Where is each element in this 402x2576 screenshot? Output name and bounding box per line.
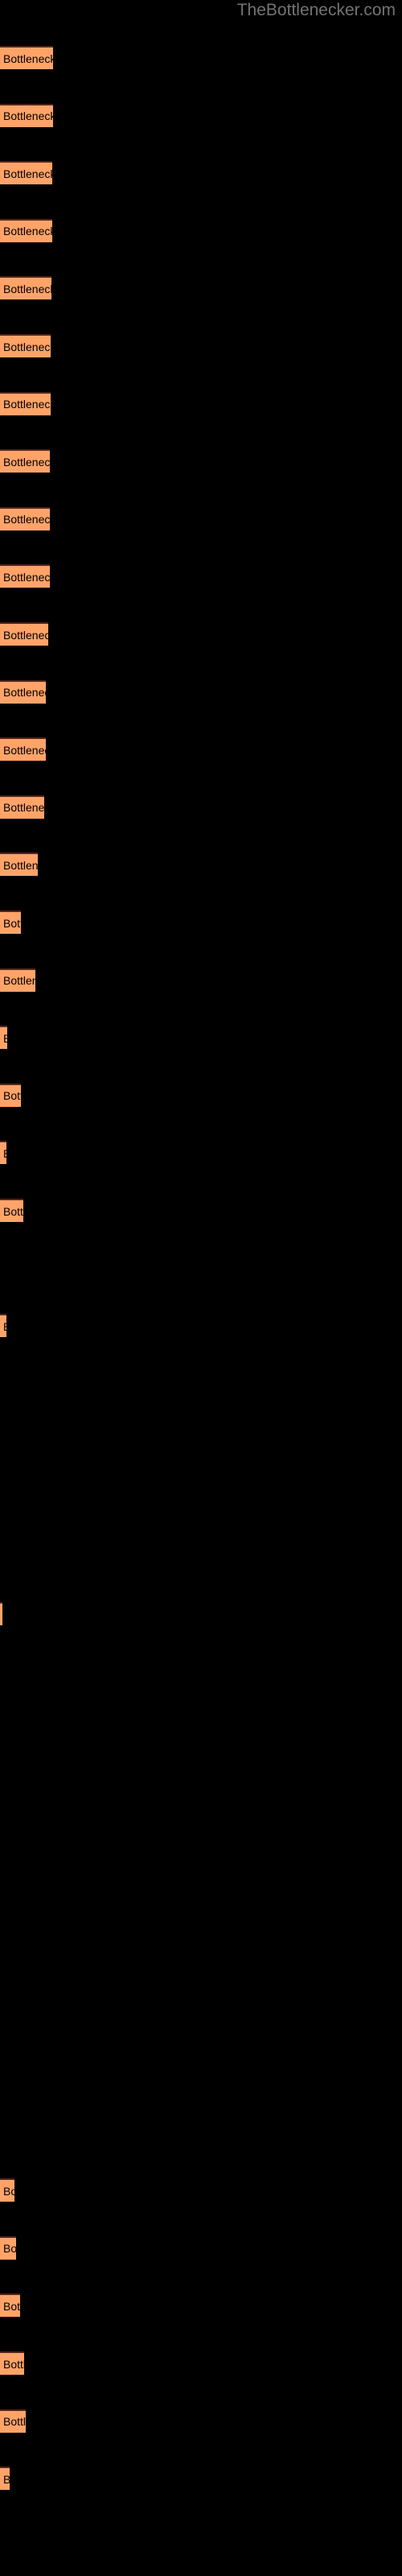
bar-label-12: Bottleneck result — [3, 686, 46, 700]
site-watermark: TheBottlenecker.com — [236, 1, 396, 19]
bar-label-2: Bottleneck result — [3, 109, 53, 123]
bar-label-13: Bottleneck result — [3, 743, 46, 757]
bar-label-21: Bottleneck result — [3, 1204, 23, 1218]
bar-label-41: Bottleneck result — [3, 2357, 24, 2371]
bar-42: Bottleneck result — [0, 2409, 26, 2433]
bar-label-15: Bottleneck result — [3, 858, 38, 872]
bar-label-43: Bottleneck result — [3, 2473, 10, 2486]
bar-label-3: Bottleneck result — [3, 167, 52, 180]
bar-21: Bottleneck result — [0, 1199, 23, 1222]
bar-12: Bottleneck result — [0, 679, 46, 704]
bar-label-38: Bottleneck result — [3, 2184, 14, 2198]
bar-19: Bottleneck result — [0, 1083, 21, 1107]
bar-label-9: Bottleneck result — [3, 513, 50, 526]
bar-label-18: Bottleneck result — [3, 1032, 7, 1045]
bar-label-14: Bottleneck result — [3, 801, 44, 815]
bar-label-19: Bottleneck result — [3, 1089, 21, 1103]
bar-label-4: Bottleneck result — [3, 225, 52, 238]
bar-label-6: Bottleneck result — [3, 340, 51, 353]
bar-label-17: Bottleneck result — [3, 974, 35, 988]
bar-label-16: Bottleneck result — [3, 916, 21, 930]
bar-28: Bottleneck result — [0, 1602, 2, 1626]
bar-label-39: Bottleneck result — [3, 2242, 16, 2256]
bar-label-7: Bottleneck result — [3, 398, 51, 411]
bar-10: Bottleneck result — [0, 564, 50, 588]
bar-20: Bottleneck result — [0, 1141, 6, 1165]
bar-15: Bottleneck result — [0, 852, 38, 877]
bar-4: Bottleneck result — [0, 218, 52, 242]
bar-label-42: Bottleneck result — [3, 2415, 26, 2429]
bar-label-20: Bottleneck result — [3, 1147, 6, 1160]
bar-16: Bottleneck result — [0, 910, 21, 934]
bar-6: Bottleneck result — [0, 334, 51, 357]
bar-label-1: Bottleneck result — [3, 52, 53, 65]
bar-label-5: Bottleneck result — [3, 282, 51, 295]
bar-39: Bottleneck result — [0, 2235, 16, 2260]
bar-43: Bottleneck result — [0, 2467, 10, 2491]
bar-17: Bottleneck result — [0, 968, 35, 992]
bar-label-40: Bottleneck result — [3, 2299, 20, 2313]
bar-label-8: Bottleneck result — [3, 455, 50, 469]
bar-11: Bottleneck result — [0, 622, 48, 646]
bar-chart-plot-area: Bottleneck result Bottleneck result Bottle… — [0, 0, 402, 2576]
bar-9: Bottleneck result — [0, 506, 50, 530]
bar-8: Bottleneck result — [0, 449, 50, 473]
bar-label-10: Bottleneck result — [3, 570, 50, 584]
bar-7: Bottleneck result — [0, 391, 51, 415]
bar-1: Bottleneck result — [0, 46, 53, 69]
bar-18: Bottleneck result — [0, 1026, 7, 1050]
bar-23: Bottleneck result — [0, 1314, 6, 1338]
bar-14: Bottleneck result — [0, 795, 44, 819]
bar-13: Bottleneck result — [0, 737, 46, 762]
bar-2: Bottleneck result — [0, 103, 53, 127]
bar-5: Bottleneck result — [0, 276, 51, 300]
bar-38: Bottleneck result — [0, 2178, 14, 2202]
bar-41: Bottleneck result — [0, 2351, 24, 2375]
bar-3: Bottleneck result — [0, 161, 52, 185]
bar-label-11: Bottleneck result — [3, 628, 48, 642]
bar-label-23: Bottleneck result — [3, 1320, 6, 1333]
chart-canvas: Bottleneck result Bottleneck result Bottle… — [0, 0, 402, 2576]
bar-40: Bottleneck result — [0, 2293, 20, 2318]
